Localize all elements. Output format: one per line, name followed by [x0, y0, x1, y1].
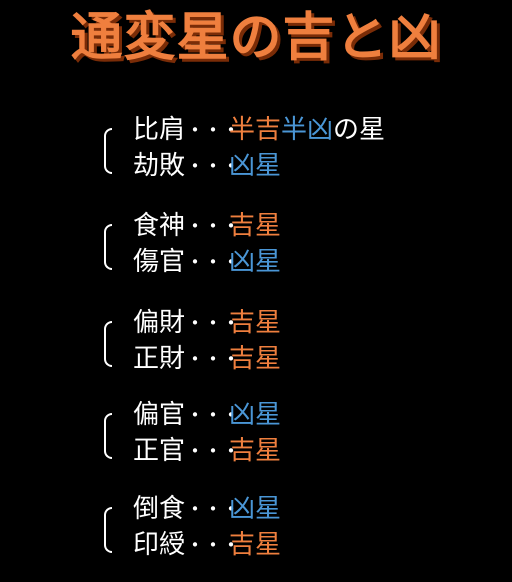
bracket-mark: [104, 413, 112, 459]
verdict-part: 半吉: [229, 115, 282, 145]
separator-dots: ・・・: [185, 250, 241, 274]
star-line: 偏財・・・吉星: [133, 305, 281, 341]
star-line: 偏官・・・凶星: [133, 397, 281, 433]
verdict-part: 半凶: [281, 115, 334, 145]
verdict-part: 凶星: [229, 151, 282, 181]
verdict-part: 吉星: [229, 308, 282, 338]
star-name: 傷官: [133, 247, 186, 277]
verdict-part: 凶星: [229, 400, 282, 430]
bracket-mark: [104, 128, 112, 174]
star-pair-group: 偏官・・・凶星 正官・・・吉星: [104, 397, 484, 469]
star-pair-group: 偏財・・・吉星 正財・・・吉星: [104, 305, 484, 377]
star-line: 傷官・・・凶星: [133, 244, 281, 280]
star-name: 正財: [133, 344, 186, 374]
separator-dots: ・・・: [185, 118, 241, 142]
verdict-part: 吉星: [229, 211, 282, 241]
star-name: 印綬: [133, 530, 186, 560]
separator-dots: ・・・: [185, 439, 241, 463]
separator-dots: ・・・: [185, 311, 241, 335]
bracket-mark: [104, 224, 112, 270]
star-name: 劫敗: [133, 151, 186, 181]
star-name: 偏官: [133, 400, 186, 430]
separator-dots: ・・・: [185, 403, 241, 427]
star-line: 食神・・・吉星: [133, 208, 281, 244]
star-name: 偏財: [133, 308, 186, 338]
star-name: 倒食: [133, 494, 186, 524]
star-pair-group: 比肩・・・半吉半凶の星 劫敗・・・凶星: [104, 112, 484, 184]
star-groups: 比肩・・・半吉半凶の星 劫敗・・・凶星 食神・・・吉星 傷官・・・凶星 偏財・・…: [0, 0, 512, 582]
separator-dots: ・・・: [185, 497, 241, 521]
separator-dots: ・・・: [185, 347, 241, 371]
verdict-part: 吉星: [229, 530, 282, 560]
separator-dots: ・・・: [185, 214, 241, 238]
star-line: 倒食・・・凶星: [133, 491, 281, 527]
separator-dots: ・・・: [185, 533, 241, 557]
star-name: 比肩: [133, 115, 186, 145]
bracket-mark: [104, 321, 112, 367]
star-line: 正財・・・吉星: [133, 341, 281, 377]
verdict-part: の星: [333, 115, 386, 145]
verdict-part: 吉星: [229, 344, 282, 374]
verdict-part: 凶星: [229, 494, 282, 524]
separator-dots: ・・・: [185, 154, 241, 178]
verdict-part: 吉星: [229, 436, 282, 466]
star-line: 比肩・・・半吉半凶の星: [133, 112, 385, 148]
star-line: 印綬・・・吉星: [133, 527, 281, 563]
star-name: 正官: [133, 436, 186, 466]
star-name: 食神: [133, 211, 186, 241]
verdict-part: 凶星: [229, 247, 282, 277]
star-pair-group: 倒食・・・凶星 印綬・・・吉星: [104, 491, 484, 563]
star-line: 正官・・・吉星: [133, 433, 281, 469]
star-pair-group: 食神・・・吉星 傷官・・・凶星: [104, 208, 484, 280]
star-line: 劫敗・・・凶星: [133, 148, 281, 184]
bracket-mark: [104, 507, 112, 553]
